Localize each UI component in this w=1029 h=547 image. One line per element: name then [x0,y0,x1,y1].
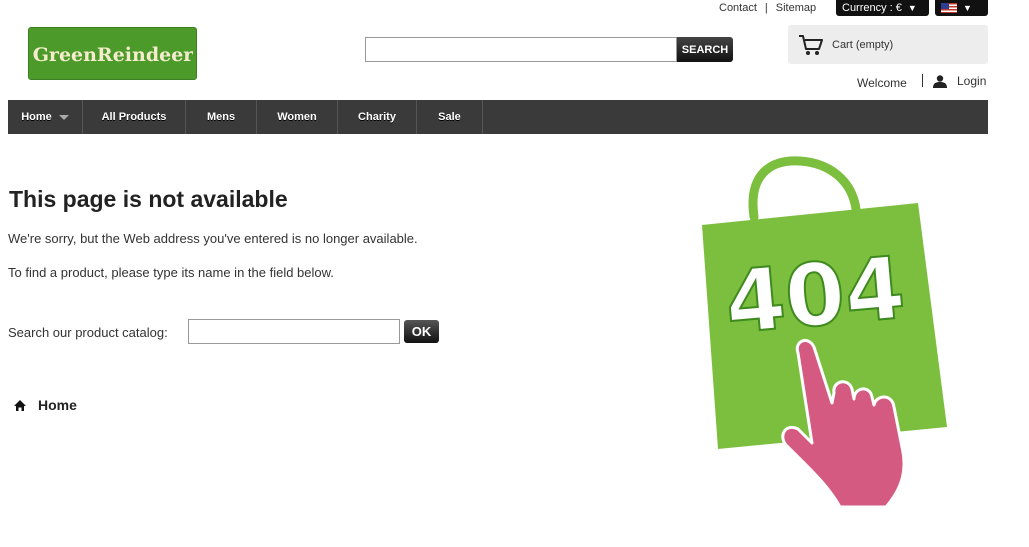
error-code-text: 404 [721,238,909,353]
logo-wordmark: GreenReindeer [33,44,193,66]
nav-item-label: Home [21,111,52,123]
nav-item-sale[interactable]: Sale [417,100,483,134]
currency-dropdown[interactable]: Currency : € ▼ [836,0,929,16]
nav-item-all-products[interactable]: All Products [83,100,186,134]
home-label: Home [38,397,77,413]
us-flag-icon [941,3,957,13]
language-dropdown[interactable]: ▼ [935,0,988,16]
cart-label: Cart (empty) [832,38,894,51]
nav-item-home[interactable]: Home [8,100,83,134]
search-hint: To find a product, please type its name … [8,265,334,280]
catalog-search-input[interactable] [188,319,400,344]
nav-item-label: Mens [206,111,236,123]
utility-links: Contact | Sitemap [719,2,816,14]
home-icon [14,399,26,411]
bag-handle [748,156,861,222]
welcome-text: Welcome [857,76,907,90]
cart-icon [799,34,823,55]
login-label: Login [957,74,987,88]
currency-arrow-icon: ▼ [907,3,917,13]
logo-text: GreenReindeer [33,44,193,66]
nav-item-label: Charity [358,111,396,123]
cart-block[interactable]: Cart (empty) [788,25,988,64]
page-title: This page is not available [9,186,288,212]
error-message: We're sorry, but the Web address you've … [8,231,418,246]
nav-item-mens[interactable]: Mens [186,100,257,134]
user-separator [922,74,923,87]
main-nav: Home All Products Mens Women Charity Sal… [8,100,988,134]
nav-item-label: Women [277,111,317,123]
chevron-down-icon [58,114,69,120]
search-button[interactable]: SEARCH [677,37,733,62]
sitemap-link[interactable]: Sitemap [776,2,816,14]
search-input[interactable] [365,37,677,62]
nav-item-women[interactable]: Women [257,100,338,134]
contact-link[interactable]: Contact [719,2,757,14]
site-logo[interactable]: GreenReindeer [28,27,197,80]
nav-item-label: Sale [438,111,461,123]
login-link[interactable]: Login [933,74,986,88]
ok-button[interactable]: OK [404,320,439,343]
404-bag-illustration: 404 [702,156,947,509]
currency-label: Currency : € [842,2,902,14]
utility-separator: | [764,2,768,14]
nav-item-label: All Products [101,111,167,123]
home-link[interactable]: Home [14,397,77,413]
language-arrow-icon: ▼ [963,3,972,13]
nav-item-charity[interactable]: Charity [338,100,417,134]
user-icon [933,74,947,88]
catalog-search-label: Search our product catalog: [8,325,168,340]
